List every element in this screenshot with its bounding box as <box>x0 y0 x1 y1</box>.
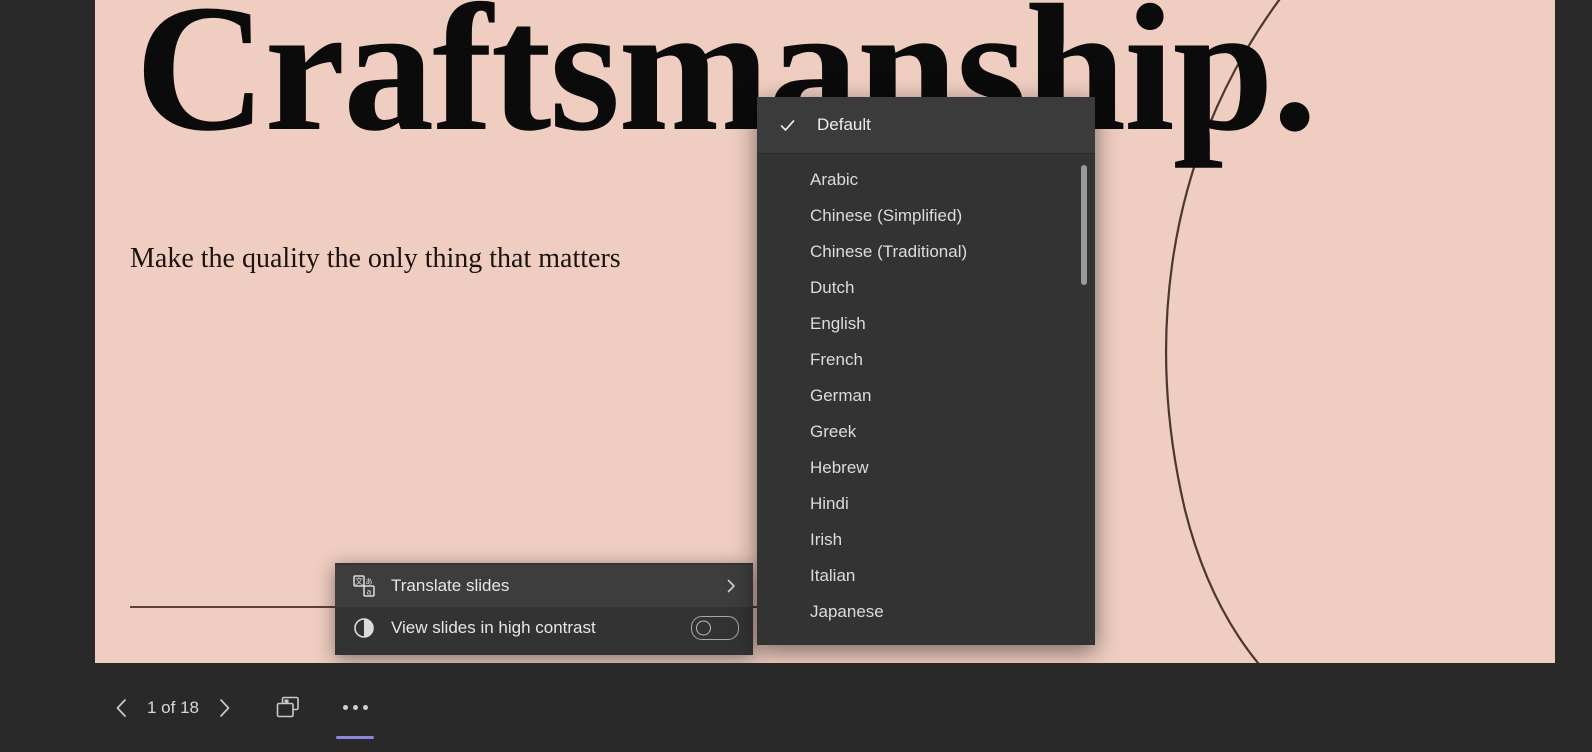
menu-item-label: View slides in high contrast <box>391 618 691 638</box>
language-option[interactable]: Irish <box>757 522 1095 558</box>
chevron-right-icon <box>213 697 235 719</box>
language-option[interactable]: Greek <box>757 414 1095 450</box>
slide-counter-label: 1 of 18 <box>147 698 199 718</box>
language-option[interactable]: Japanese <box>757 594 1095 630</box>
language-option-list[interactable]: ArabicChinese (Simplified)Chinese (Tradi… <box>757 154 1095 630</box>
language-option[interactable]: Dutch <box>757 270 1095 306</box>
menu-item-translate-slides[interactable]: 文 a あ Translate slides <box>335 565 753 607</box>
svg-text:文: 文 <box>355 576 363 586</box>
presentation-app: Craftsmanship. Make the quality the only… <box>0 0 1592 752</box>
previous-slide-button[interactable] <box>105 691 139 725</box>
language-option[interactable]: Chinese (Simplified) <box>757 198 1095 234</box>
language-option[interactable]: Hebrew <box>757 450 1095 486</box>
svg-text:あ: あ <box>365 577 373 586</box>
next-slide-button[interactable] <box>207 691 241 725</box>
active-tab-indicator <box>336 736 374 739</box>
translate-icon: 文 a あ <box>351 573 377 599</box>
language-option[interactable]: German <box>757 378 1095 414</box>
chevron-left-icon <box>111 697 133 719</box>
scrollbar-thumb[interactable] <box>1081 165 1087 285</box>
chevron-right-icon <box>723 578 739 594</box>
high-contrast-toggle[interactable] <box>691 616 739 640</box>
ellipsis-icon <box>343 705 368 710</box>
slide-subtitle: Make the quality the only thing that mat… <box>130 243 621 275</box>
language-option-label: Default <box>817 115 871 135</box>
checkmark-icon <box>779 117 805 134</box>
menu-item-high-contrast[interactable]: View slides in high contrast <box>335 607 753 649</box>
language-list-scrollbar[interactable] <box>1081 165 1087 645</box>
slide-view-button[interactable] <box>269 689 307 727</box>
menu-item-label: Translate slides <box>391 576 723 596</box>
language-option[interactable]: Chinese (Traditional) <box>757 234 1095 270</box>
language-option[interactable]: English <box>757 306 1095 342</box>
language-option[interactable]: French <box>757 342 1095 378</box>
more-options-button[interactable] <box>333 689 377 727</box>
svg-text:a: a <box>367 588 372 597</box>
high-contrast-icon <box>351 615 377 641</box>
translate-language-submenu[interactable]: Default ArabicChinese (Simplified)Chines… <box>757 97 1095 645</box>
language-option-default[interactable]: Default <box>757 97 1095 154</box>
language-option[interactable]: Arabic <box>757 162 1095 198</box>
toggle-knob <box>696 621 711 636</box>
slide-options-context-menu[interactable]: 文 a あ Translate slides View slide <box>335 563 753 655</box>
language-option[interactable]: Italian <box>757 558 1095 594</box>
presentation-status-bar: 1 of 18 <box>0 663 1592 752</box>
slide-title: Craftsmanship. <box>135 0 1315 160</box>
language-option[interactable]: Hindi <box>757 486 1095 522</box>
slides-thumbnail-icon <box>275 695 301 721</box>
